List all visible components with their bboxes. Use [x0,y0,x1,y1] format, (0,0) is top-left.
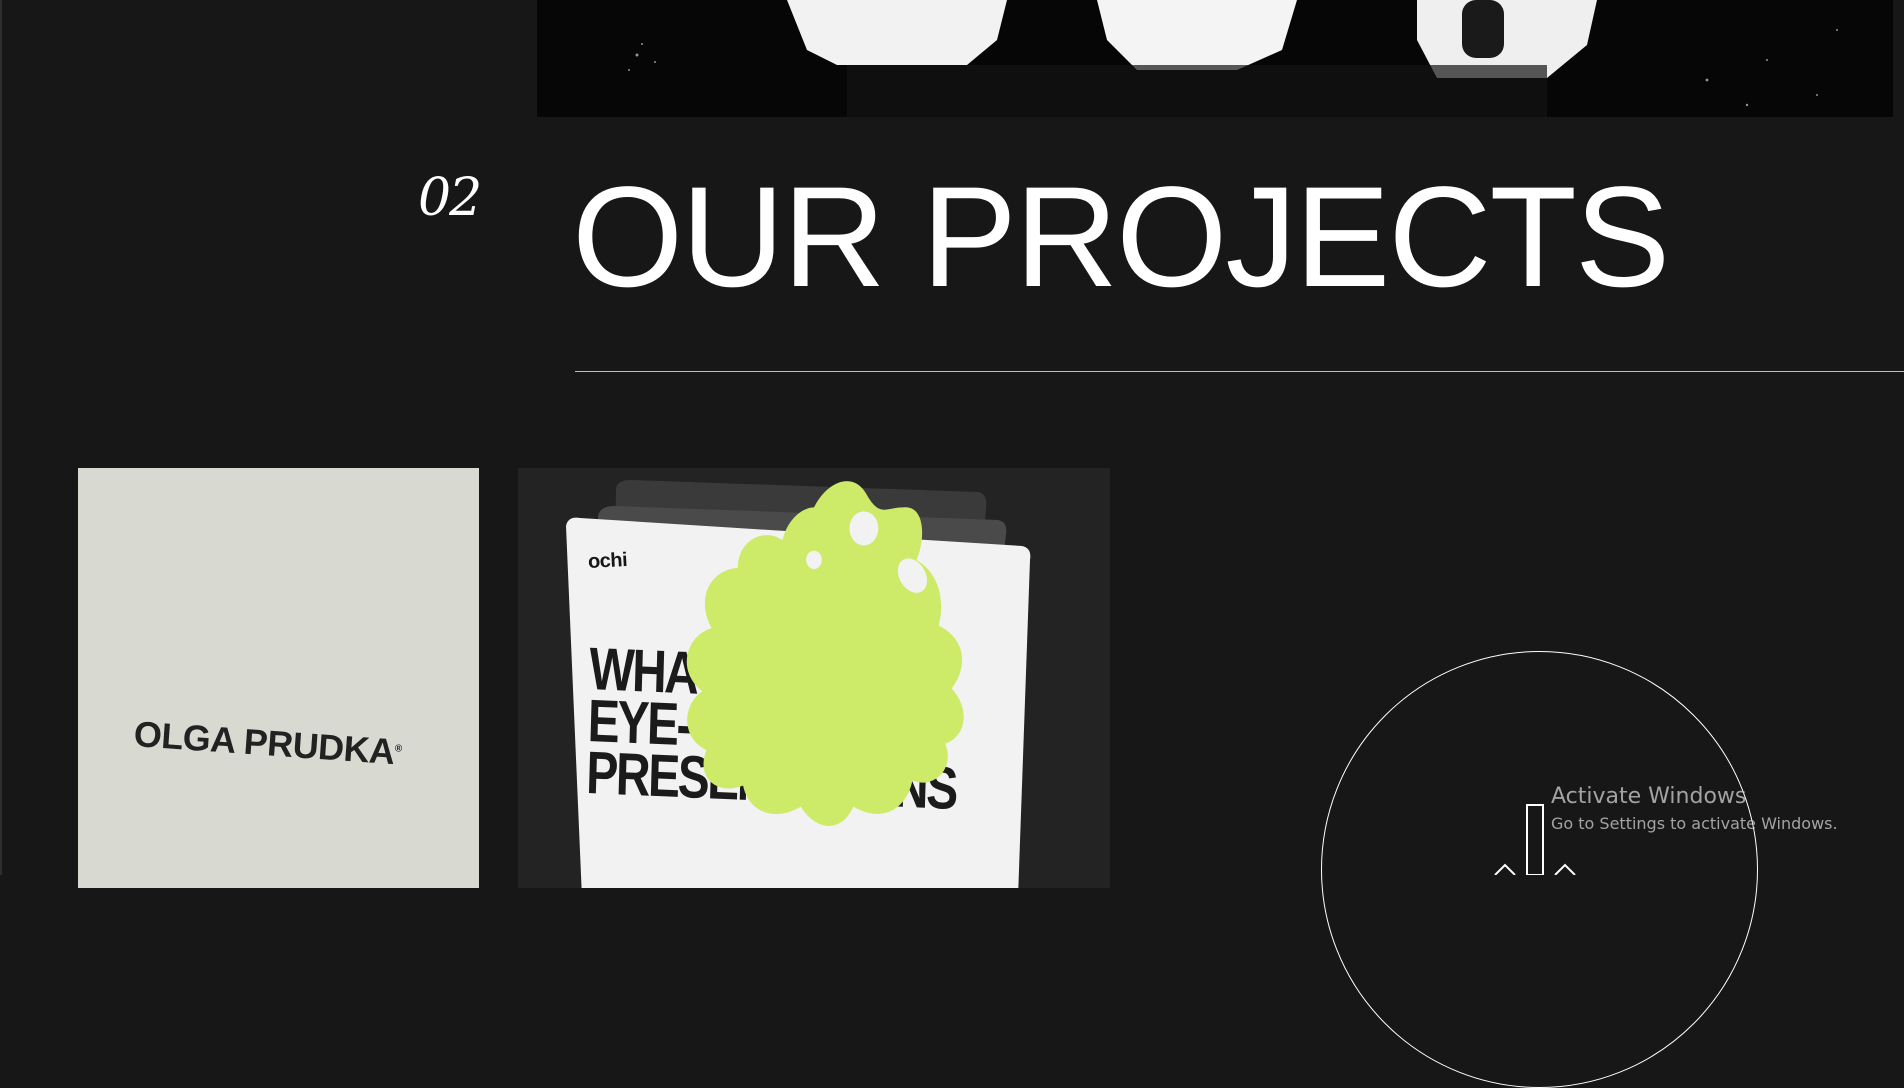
activate-windows-watermark: Activate Windows Go to Settings to activ… [1551,783,1838,835]
hero-image [537,0,1893,117]
section-number: 02 [418,168,482,228]
window-edge [0,0,2,875]
project-card-ochi[interactable]: ochi WHAT'S EYE-CATCHING PRESENTATIONS [518,468,1110,888]
paint-splash-icon [686,481,964,826]
project-logo: OLGA PRUDKA® [132,713,403,773]
section-divider [575,371,1904,372]
section-title: OUR PROJECTS [572,158,1670,317]
watermark-title: Activate Windows [1551,784,1747,809]
watermark-subtitle: Go to Settings to activate Windows. [1551,814,1838,833]
project-card-olga-prudka[interactable]: OLGA PRUDKA® [78,468,479,888]
